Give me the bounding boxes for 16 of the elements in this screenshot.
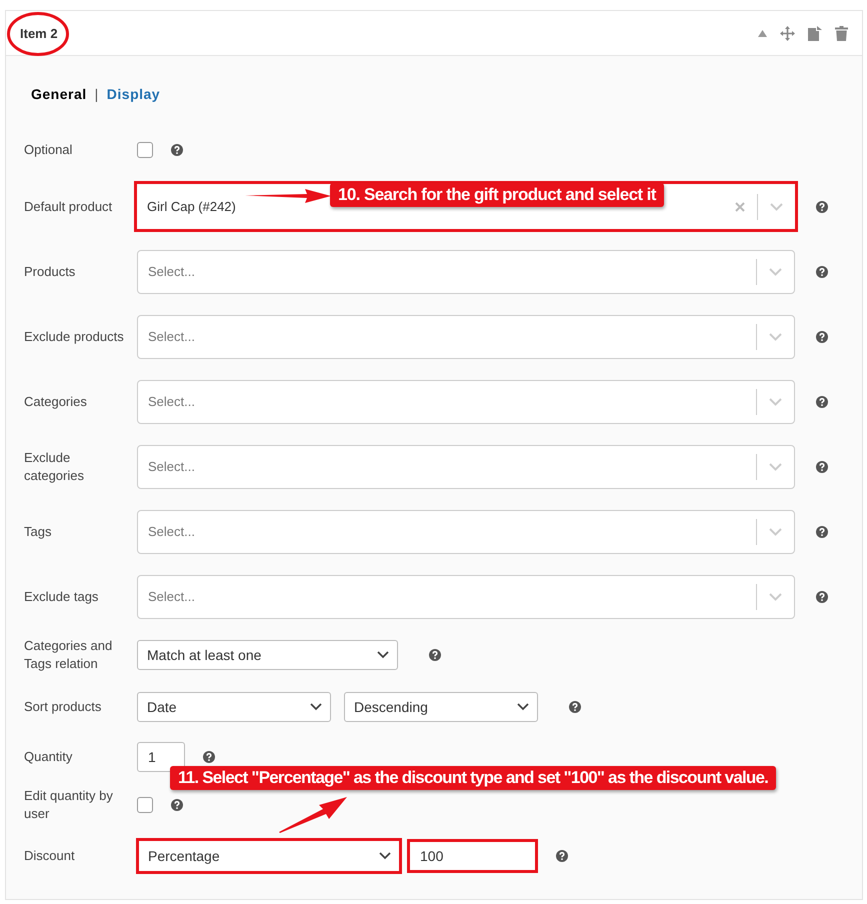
field-label: Categories <box>24 392 88 410</box>
field-label: Exclude categories <box>24 448 85 484</box>
field-label: Optional <box>24 141 74 159</box>
tab-separator: | <box>94 86 99 102</box>
field-label: Discount <box>24 847 76 865</box>
field-label: Edit quantity by user <box>24 787 114 823</box>
item-title: Item 2 <box>20 26 58 40</box>
field-label: Sort products <box>24 698 102 716</box>
field-label: Products <box>24 262 76 280</box>
field-label: Categories and Tags relation <box>24 637 114 673</box>
field-label: Quantity <box>24 748 74 766</box>
field-label: Default product <box>24 198 114 216</box>
field-label: Exclude tags <box>24 588 100 606</box>
callout-tooltip: 11. Select "Percentage" as the discount type and set "100" as the discount value. <box>170 766 776 790</box>
field-label: Exclude products <box>24 328 125 346</box>
field-label: Tags <box>24 522 52 540</box>
